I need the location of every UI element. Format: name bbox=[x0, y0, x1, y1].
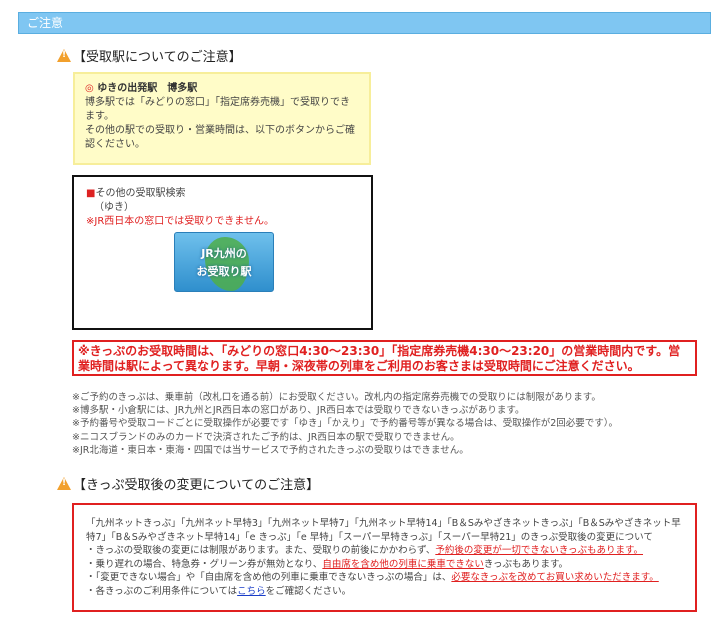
no-boarding-warning: 自由席を含め他の列車に乗車できない bbox=[322, 558, 484, 570]
target-icon: ◎ bbox=[85, 83, 94, 94]
change-limit-line: ・きっぷの受取後の変更には制限があります。また、受取りの前後にかかわらず、予約後… bbox=[86, 545, 643, 557]
warning-icon bbox=[57, 49, 71, 62]
note-item: ※JR北海道・東日本・東海・四国では当サービスで予約されたきっぷの受取りはできま… bbox=[72, 444, 469, 456]
repurchase-warning: 必要なきっぷを改めてお買い求めいただきます。 bbox=[451, 572, 659, 584]
section2-title: 【きっぷ受取後の変更についてのご注意】 bbox=[73, 478, 320, 493]
missed-train-line: ・乗り遅れの場合、特急券・グリーン券が無効となり、自由席を含め他の列車に乗車でき… bbox=[86, 558, 569, 570]
repurchase-line: ・「変更できない場合」や「自由席を含め他の列車に乗車できないきっぷの場合」は、必… bbox=[86, 572, 659, 584]
button-label-line1: JR九州の bbox=[201, 247, 247, 260]
jr-kyushu-pickup-station-button[interactable]: JR九州の お受取り駅 bbox=[174, 232, 274, 292]
header-title: ご注意 bbox=[27, 16, 64, 30]
search-title: ■その他の受取駅検索 bbox=[86, 188, 186, 199]
warning-icon bbox=[57, 477, 71, 490]
pickup-notes-list: ※ご予約のきっぷは、乗車前（改札口を通る前）にお受取ください。改札内の指定席券売… bbox=[72, 391, 712, 457]
note-item: ※予約番号や受取コードごとに受取操作が必要です「ゆき」「かえり」で予約番号等が異… bbox=[72, 418, 619, 430]
pickup-station-section-title: 【受取駅についてのご注意】 bbox=[57, 46, 242, 65]
note-item: ※ニコスブランドのみのカードで決済されたご予約は、JR西日本の駅で受取りできませ… bbox=[72, 431, 460, 443]
notice-header-bar: ご注意 bbox=[18, 12, 711, 34]
conditions-line: ・各きっぷのご利用条件についてはこちらをご確認ください。 bbox=[86, 585, 352, 597]
note-item: ※博多駅・小倉駅には、JR九州とJR西日本の窓口があり、JR西日本では受取りでき… bbox=[72, 405, 525, 417]
origin-station-label: ◎ ゆきの出発駅 博多駅 bbox=[85, 83, 198, 94]
section1-title: 【受取駅についてのご注意】 bbox=[73, 50, 242, 65]
no-change-warning: 予約後の変更が一切できないきっぷもあります。 bbox=[435, 545, 643, 557]
origin-station-info-box: ◎ ゆきの出発駅 博多駅 博多駅では「みどりの窓口」「指定席券売機」で受取りでき… bbox=[73, 72, 371, 165]
ticket-types-paragraph: 「九州ネットきっぷ」「九州ネット早特3」「九州ネット早特7」「九州ネット早特14… bbox=[86, 518, 681, 543]
other-station-search-box: ■その他の受取駅検索 （ゆき） ※JR西日本の窓口では受取りできません。 JR九… bbox=[72, 175, 373, 330]
origin-line1: 博多駅では「みどりの窓口」「指定席券売機」で受取りできます。 bbox=[85, 97, 350, 122]
origin-line2: その他の駅での受取り・営業時間は、以下のボタンからご確認ください。 bbox=[85, 125, 355, 150]
note-item: ※ご予約のきっぷは、乗車前（改札口を通る前）にお受取ください。改札内の指定席券売… bbox=[72, 392, 601, 403]
button-label-line2: お受取り駅 bbox=[196, 265, 252, 278]
search-direction: （ゆき） bbox=[94, 202, 134, 213]
conditions-link[interactable]: こちら bbox=[237, 586, 266, 597]
pickup-hours-notice: ※きっぷのお受取時間は、「みどりの窓口4:30～23:30」「指定席券売機4:3… bbox=[72, 340, 697, 376]
change-after-pickup-section-title: 【きっぷ受取後の変更についてのご注意】 bbox=[57, 474, 319, 493]
jr-west-warning: ※JR西日本の窓口では受取りできません。 bbox=[86, 216, 274, 227]
change-restrictions-box: 「九州ネットきっぷ」「九州ネット早特3」「九州ネット早特7」「九州ネット早特14… bbox=[72, 503, 697, 612]
